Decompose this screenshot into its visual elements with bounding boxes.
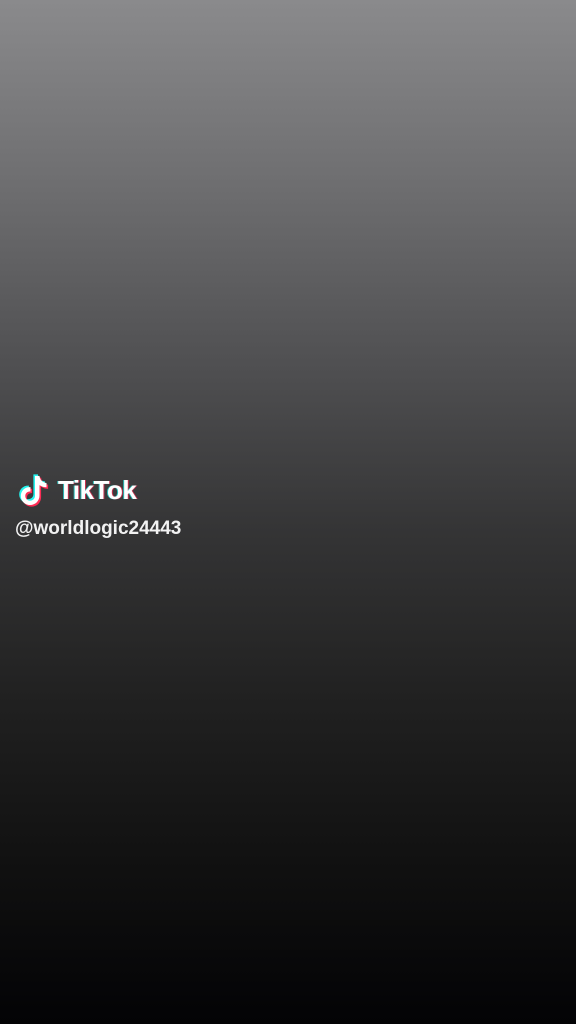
video-frame[interactable]: TikTok @worldlogic24443 <box>0 0 576 1024</box>
tiktok-note-icon <box>19 474 49 507</box>
brand-row: TikTok <box>14 468 181 512</box>
tiktok-watermark: TikTok @worldlogic24443 <box>14 468 181 540</box>
brand-name: TikTok <box>58 474 137 505</box>
creator-handle: @worldlogic24443 <box>15 518 182 539</box>
